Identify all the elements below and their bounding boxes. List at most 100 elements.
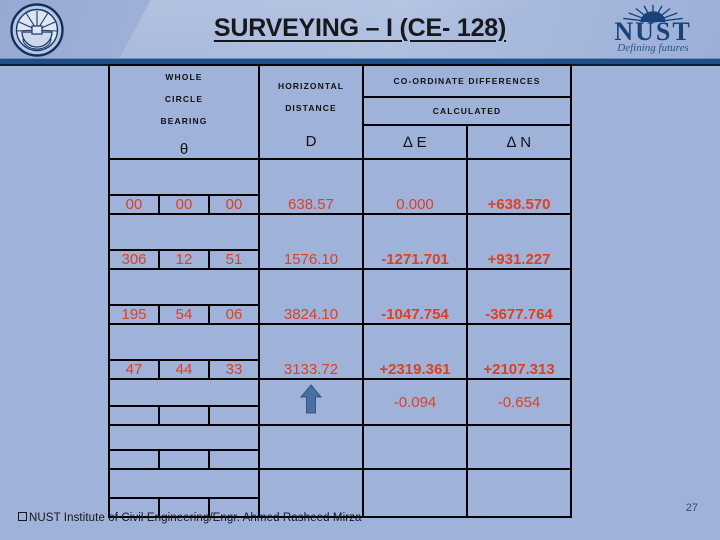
header-cell-calculated: CALCULATED xyxy=(361,96,573,126)
header-label-distance: DISTANCE xyxy=(285,102,337,113)
header-symbol-theta: θ xyxy=(179,141,189,158)
table-empty-row[interactable] xyxy=(108,468,573,518)
delta-n-total-cell[interactable]: -0.654 xyxy=(465,378,573,426)
survey-table-container: WHOLE CIRCLE BEARING θ HORIZONTAL DISTAN… xyxy=(108,64,573,518)
arrow-cell xyxy=(258,378,364,426)
delta-n-cell[interactable]: -3677.764 xyxy=(465,268,573,325)
bearing-minutes xyxy=(158,451,208,468)
bearing-seconds: 06 xyxy=(208,306,258,323)
page-number: 27 xyxy=(685,502,698,514)
bearing-dms-group xyxy=(110,449,258,468)
nust-wordmark: NUST xyxy=(614,17,692,46)
table-totals-row[interactable]: -0.094 -0.654 xyxy=(108,378,573,426)
distance-cell[interactable]: 3133.72 xyxy=(258,323,364,380)
bullet-square-icon xyxy=(18,512,27,521)
up-arrow-icon xyxy=(300,384,322,414)
bearing-dms-group: 00 00 00 xyxy=(110,194,258,213)
distance-cell[interactable]: 3824.10 xyxy=(258,268,364,325)
bearing-cell-empty[interactable] xyxy=(108,378,260,426)
distance-value: 3133.72 xyxy=(283,361,339,378)
bearing-blank-area xyxy=(110,160,258,194)
delta-e-cell-empty[interactable] xyxy=(362,424,468,470)
header-symbol-delta-n: ∆ N xyxy=(506,133,532,151)
nust-logo: NUST Defining futures xyxy=(594,3,712,57)
table-empty-row[interactable] xyxy=(108,424,573,470)
delta-e-total-cell[interactable]: -0.094 xyxy=(362,378,468,426)
table-row[interactable]: 00 00 00 638.57 0.000 +638.570 xyxy=(108,158,573,215)
header-label-calculated: CALCULATED xyxy=(432,106,502,116)
distance-cell[interactable]: 1576.10 xyxy=(258,213,364,270)
header-symbol-delta-e: ∆ E xyxy=(403,133,427,151)
table-header-row-1: WHOLE CIRCLE BEARING θ HORIZONTAL DISTAN… xyxy=(108,64,573,160)
distance-value: 3824.10 xyxy=(283,306,339,323)
delta-e-value: 0.000 xyxy=(396,196,434,213)
bearing-minutes: 00 xyxy=(158,196,208,213)
bearing-minutes xyxy=(158,407,208,424)
bearing-dms-group: 195 54 06 xyxy=(110,304,258,323)
slide-header: SURVEYING – I (CE- 128) NUST Defining fu… xyxy=(0,0,720,58)
bearing-degrees: 306 xyxy=(121,251,147,268)
bearing-dms-group xyxy=(110,405,258,424)
header-cell-delta-e: ∆ E xyxy=(362,124,468,160)
delta-e-cell[interactable]: +2319.361 xyxy=(362,323,468,380)
bearing-cell[interactable]: 47 44 33 xyxy=(108,323,260,380)
bearing-blank-area xyxy=(110,215,258,249)
bearing-cell-empty[interactable] xyxy=(108,468,260,518)
bearing-degrees xyxy=(110,407,158,424)
delta-n-cell[interactable]: +638.570 xyxy=(465,158,573,215)
bearing-blank-area xyxy=(110,426,258,449)
delta-n-total-value: -0.654 xyxy=(497,393,541,411)
header-cell-horizontal-distance: HORIZONTAL DISTANCE D xyxy=(258,64,364,160)
table-row[interactable]: 47 44 33 3133.72 +2319.361 +2107.313 xyxy=(108,323,573,380)
bearing-seconds: 51 xyxy=(208,251,258,268)
bearing-dms-group: 47 44 33 xyxy=(110,359,258,378)
bearing-minutes: 44 xyxy=(158,361,208,378)
table-row[interactable]: 306 12 51 1576.10 -1271.701 +931.227 xyxy=(108,213,573,270)
bearing-blank-area xyxy=(110,380,258,405)
bearing-cell[interactable]: 306 12 51 xyxy=(108,213,260,270)
header-label-horizontal: HORIZONTAL xyxy=(277,80,345,91)
header-label-whole: WHOLE xyxy=(165,72,203,82)
delta-n-cell[interactable]: +931.227 xyxy=(465,213,573,270)
bearing-blank-area xyxy=(110,270,258,304)
header-label-circle: CIRCLE xyxy=(164,94,204,104)
delta-n-cell-empty[interactable] xyxy=(465,424,573,470)
delta-n-cell[interactable]: +2107.313 xyxy=(465,323,573,380)
distance-value: 1576.10 xyxy=(283,251,339,268)
delta-n-value: -3677.764 xyxy=(485,306,553,323)
delta-n-value: +931.227 xyxy=(487,251,551,268)
bearing-degrees: 47 xyxy=(125,361,143,378)
distance-cell[interactable]: 638.57 xyxy=(258,158,364,215)
delta-e-cell-empty[interactable] xyxy=(362,468,468,518)
bearing-cell[interactable]: 195 54 06 xyxy=(108,268,260,325)
header-label-bearing: BEARING xyxy=(160,116,208,126)
delta-e-cell[interactable]: -1271.701 xyxy=(362,213,468,270)
delta-e-cell[interactable]: -1047.754 xyxy=(362,268,468,325)
survey-table: WHOLE CIRCLE BEARING θ HORIZONTAL DISTAN… xyxy=(108,64,573,518)
header-cell-wcb: WHOLE CIRCLE BEARING θ xyxy=(108,64,260,160)
distance-value: 638.57 xyxy=(288,196,334,213)
delta-e-total-value: -0.094 xyxy=(393,393,437,411)
bearing-blank-area xyxy=(110,470,258,497)
delta-e-cell[interactable]: 0.000 xyxy=(362,158,468,215)
nust-tagline: Defining futures xyxy=(617,42,689,54)
distance-cell-empty[interactable] xyxy=(258,424,364,470)
header-cell-coordinate-differences: CO-ORDINATE DIFFERENCES xyxy=(361,64,573,98)
bearing-dms-group: 306 12 51 xyxy=(110,249,258,268)
header-label-coordinate-differences: CO-ORDINATE DIFFERENCES xyxy=(393,76,541,86)
bearing-degrees xyxy=(110,451,158,468)
distance-cell-empty[interactable] xyxy=(258,468,364,518)
delta-n-cell-empty[interactable] xyxy=(465,468,573,518)
delta-e-value: -1271.701 xyxy=(381,251,449,268)
bearing-seconds: 00 xyxy=(208,196,258,213)
bearing-seconds xyxy=(208,407,258,424)
bearing-cell[interactable]: 00 00 00 xyxy=(108,158,260,215)
delta-n-value: +638.570 xyxy=(487,196,551,213)
bearing-degrees: 195 xyxy=(121,306,147,323)
delta-n-value: +2107.313 xyxy=(483,361,555,378)
table-row[interactable]: 195 54 06 3824.10 -1047.754 -3677.764 xyxy=(108,268,573,325)
bearing-cell-empty[interactable] xyxy=(108,424,260,470)
bearing-seconds: 33 xyxy=(208,361,258,378)
bearing-degrees: 00 xyxy=(125,196,143,213)
delta-e-value: -1047.754 xyxy=(381,306,449,323)
